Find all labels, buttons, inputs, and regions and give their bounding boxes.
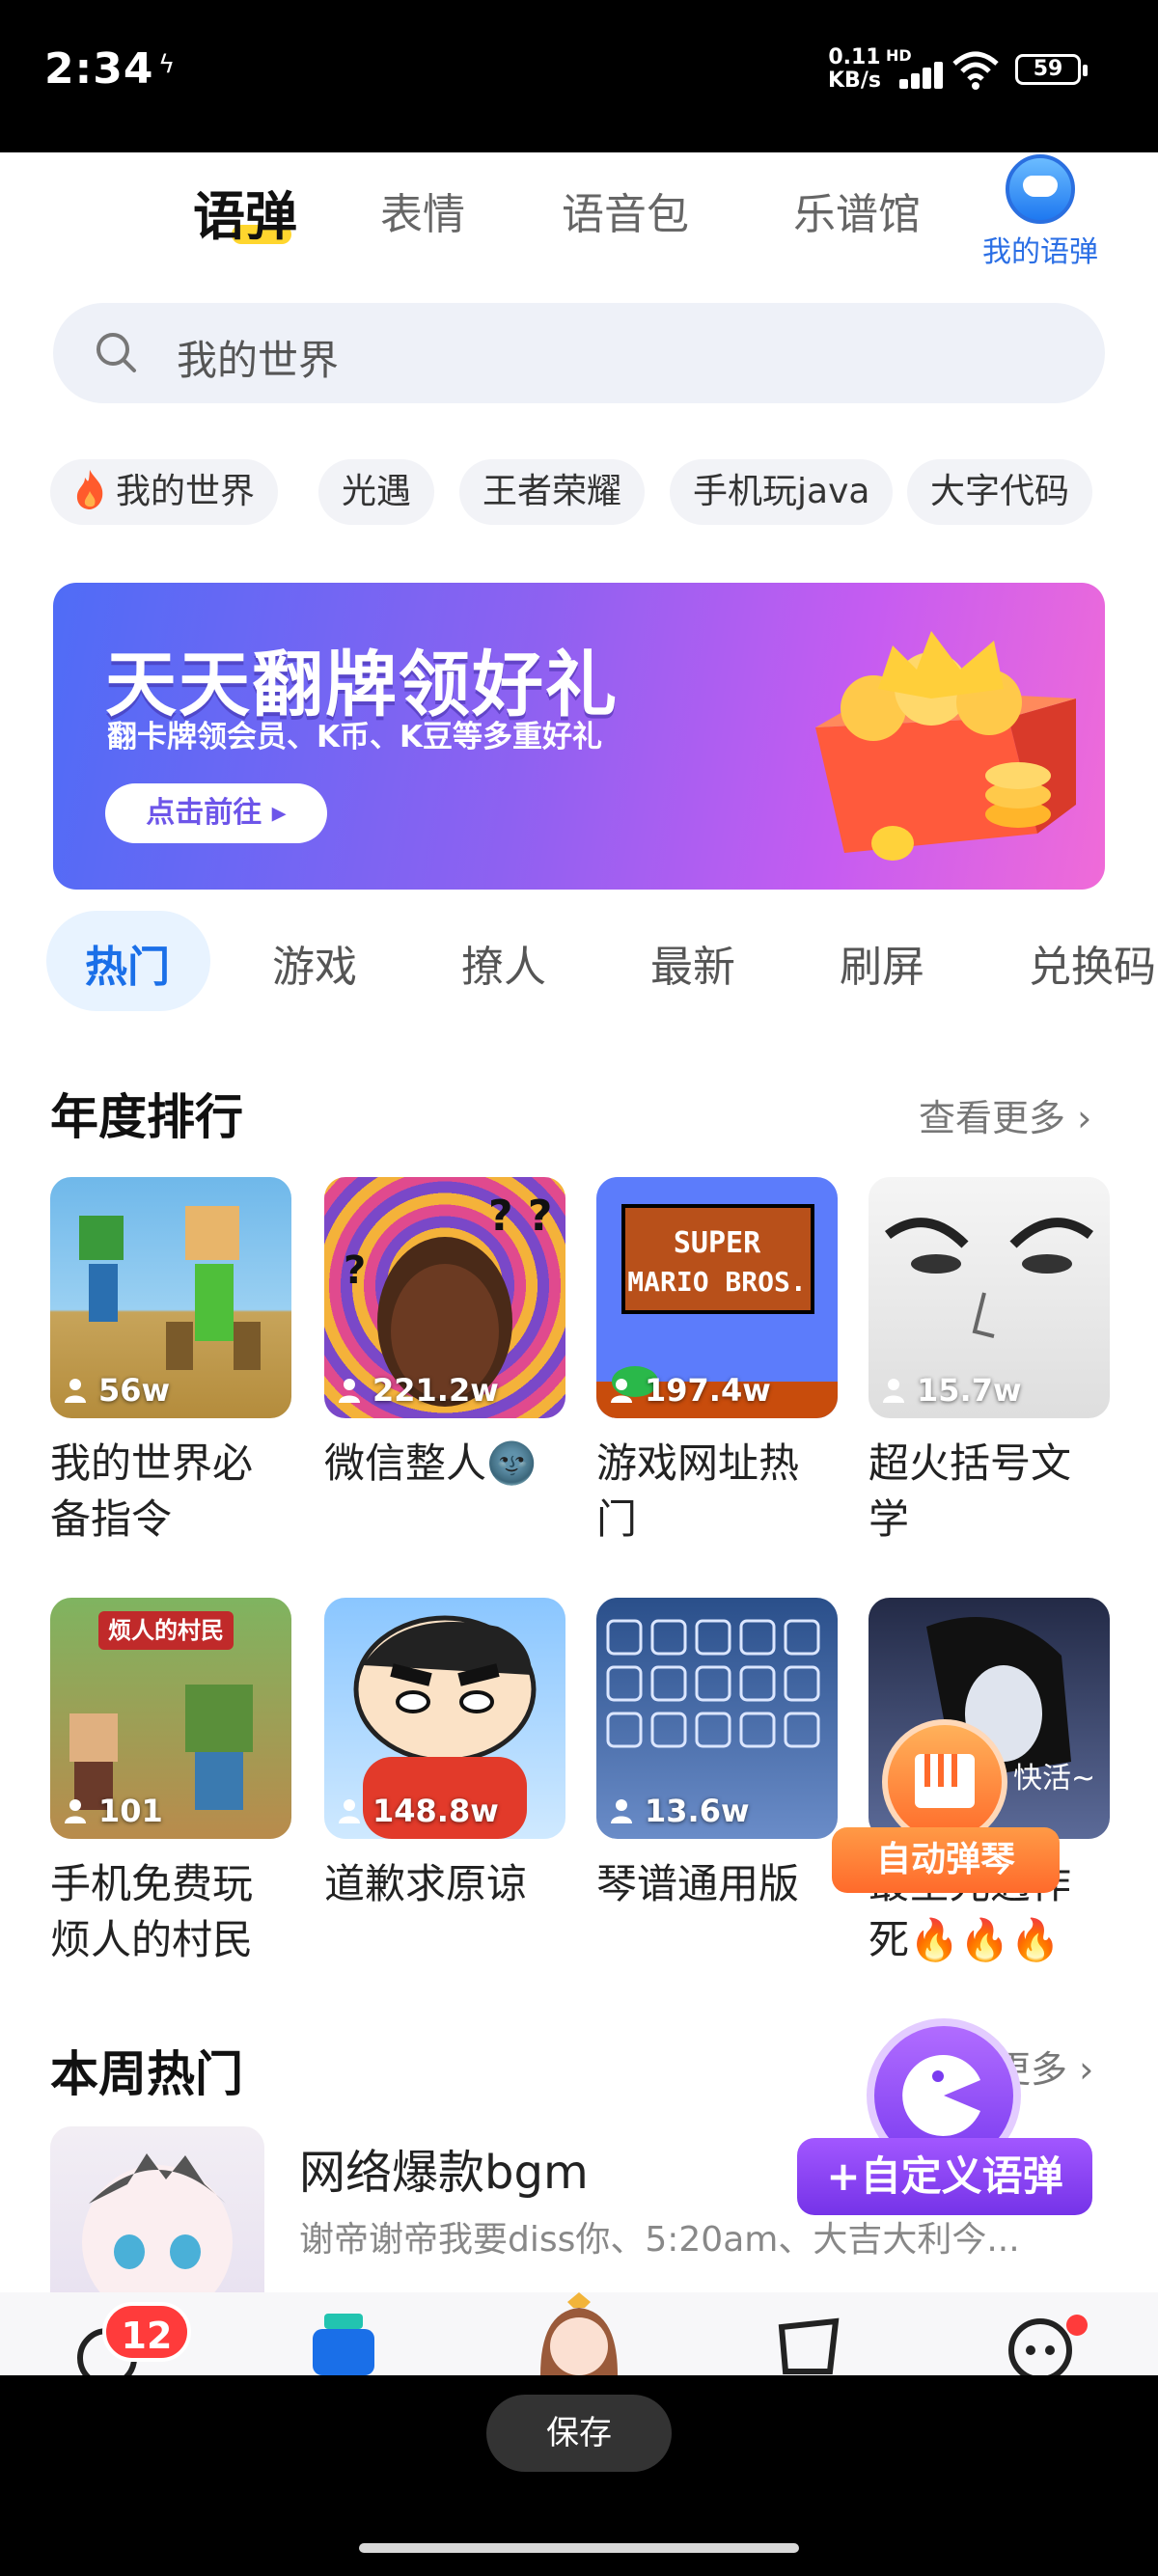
card-title: 微信整人🌚 xyxy=(324,1439,538,1487)
chip-big-text[interactable]: 大字代码 xyxy=(907,459,1093,525)
gift-box-image xyxy=(815,631,1076,861)
charging-icon: ϟ xyxy=(158,50,176,79)
weekly-item-name: 网络爆款bgm xyxy=(299,2146,589,2200)
category-hot[interactable]: 热门 xyxy=(85,932,170,994)
card-thumbnail: 56w xyxy=(50,1177,291,1418)
my-yudan-label: 我的语弹 xyxy=(982,235,1098,269)
card-apology[interactable]: 148.8w 道歉求原谅 xyxy=(324,1598,565,1912)
signal-icon xyxy=(886,62,943,89)
svg-text:? ?: ? ? xyxy=(488,1192,552,1241)
card-title: 琴谱通用版 xyxy=(596,1860,800,1907)
custom-yudan-button[interactable]: +自定义语弹 xyxy=(797,2018,1092,2217)
search-bar[interactable]: 我的世界 xyxy=(53,303,1105,403)
banner-subtitle: 翻卡牌领会员、K币、K豆等多重好礼 xyxy=(107,720,603,754)
card-thumbnail: 148.8w xyxy=(324,1598,565,1839)
my-avatar-icon xyxy=(1006,154,1075,224)
message-badge: 12 xyxy=(102,2302,191,2362)
chip-java[interactable]: 手机玩java xyxy=(670,459,894,525)
status-bar: 2:34 ϟ 0.11 KB/s HD 59 xyxy=(0,0,1158,152)
bottle-icon[interactable] xyxy=(307,2314,380,2375)
battery-icon: 59 xyxy=(1015,54,1088,85)
tab-yuyinbao[interactable]: 语音包 xyxy=(562,179,689,241)
save-button[interactable]: 保存 xyxy=(486,2395,672,2472)
profile-icon[interactable] xyxy=(1002,2312,1089,2375)
card-bracket-text[interactable]: 15.7w 超火括号文学 xyxy=(868,1177,1110,1548)
card-title: 游戏网址热门 xyxy=(596,1439,800,1543)
annual-ranking-title: 年度排行 xyxy=(50,1089,243,1145)
auto-piano-button[interactable]: 自动弹琴 xyxy=(832,1719,1060,1893)
album-icon[interactable] xyxy=(772,2317,845,2375)
category-tabs: 热门 游戏 撩人 最新 刷屏 兑换码 xyxy=(0,911,1158,1011)
person-icon xyxy=(65,1379,86,1403)
net-speed-value: 0.11 xyxy=(828,45,881,69)
svg-text:?: ? xyxy=(344,1248,366,1293)
auto-piano-label: 自动弹琴 xyxy=(832,1827,1060,1893)
card-annoying-villagers[interactable]: 烦人的村民 101 手机免费玩 烦人的村民 xyxy=(50,1598,291,1968)
custom-yudan-label: +自定义语弹 xyxy=(797,2138,1092,2215)
chip-label: 我的世界 xyxy=(116,472,256,511)
play-count: 13.6w xyxy=(610,1793,750,1829)
card-thumbnail: ? ? ? 221.2w xyxy=(324,1177,565,1418)
person-icon xyxy=(339,1379,360,1403)
card-piano-score[interactable]: 13.6w 琴谱通用版 xyxy=(596,1598,838,1912)
wifi-icon xyxy=(952,51,999,90)
card-thumbnail: SUPER MARIO BROS. 197.4w xyxy=(596,1177,838,1418)
category-latest[interactable]: 最新 xyxy=(650,932,735,994)
person-icon xyxy=(611,1379,632,1403)
home-indicator[interactable] xyxy=(359,2543,799,2553)
card-thumbnail: 烦人的村民 101 xyxy=(50,1598,291,1839)
hot-search-chips: 我的世界 光遇 王者荣耀 手机玩java 大字代码 xyxy=(50,459,1158,525)
piano-icon xyxy=(882,1719,1007,1845)
chip-honor-of-kings[interactable]: 王者荣耀 xyxy=(459,459,646,525)
play-count: 56w xyxy=(64,1372,170,1409)
play-count: 101 xyxy=(64,1793,163,1829)
card-title: 超火括号文学 xyxy=(868,1439,1072,1543)
person-icon xyxy=(883,1379,904,1403)
search-placeholder: 我的世界 xyxy=(177,337,340,384)
promo-banner[interactable]: 天天翻牌领好礼 翻卡牌领会员、K币、K豆等多重好礼 点击前往 ▸ xyxy=(53,583,1105,890)
play-count: 15.7w xyxy=(882,1372,1022,1409)
status-time: 2:34 xyxy=(44,44,154,94)
category-spam[interactable]: 刷屏 xyxy=(840,932,924,994)
person-icon xyxy=(339,1799,360,1823)
card-game-sites[interactable]: SUPER MARIO BROS. 197.4w 游戏网址热门 xyxy=(596,1177,838,1548)
banner-go-button[interactable]: 点击前往 ▸ xyxy=(105,783,327,843)
card-minecraft-commands[interactable]: 56w 我的世界必 备指令 xyxy=(50,1177,291,1548)
card-thumbnail: 15.7w xyxy=(868,1177,1110,1418)
card-title: 道歉求原谅 xyxy=(324,1860,528,1907)
net-speed: 0.11 KB/s xyxy=(828,46,881,93)
chip-minecraft[interactable]: 我的世界 xyxy=(50,459,279,525)
category-redeem-code[interactable]: 兑换码 xyxy=(1029,932,1156,994)
net-speed-unit: KB/s xyxy=(828,69,881,93)
tab-biaoqing[interactable]: 表情 xyxy=(380,179,465,241)
weekly-item-desc: 谢帝谢帝我要diss你、5:20am、大吉大利今... xyxy=(299,2220,1020,2260)
category-games[interactable]: 游戏 xyxy=(272,932,357,994)
play-count: 221.2w xyxy=(338,1372,499,1409)
my-yudan-button[interactable]: 我的语弹 xyxy=(973,154,1108,278)
category-flirt[interactable]: 撩人 xyxy=(461,932,546,994)
svg-text:MARIO BROS.: MARIO BROS. xyxy=(627,1266,806,1298)
person-icon xyxy=(611,1799,632,1823)
search-icon xyxy=(96,333,136,372)
flame-icon xyxy=(76,470,103,509)
card-wechat-prank[interactable]: ? ? ? 221.2w 微信整人🌚 xyxy=(324,1177,565,1492)
tab-yupuguan[interactable]: 乐谱馆 xyxy=(793,179,921,241)
annual-more-link[interactable]: 查看更多 › xyxy=(919,1088,1091,1141)
weekly-hot-title: 本周热门 xyxy=(50,2046,243,2102)
mario-logo-text: SUPER xyxy=(674,1226,761,1260)
card-title: 手机免费玩 烦人的村民 xyxy=(50,1860,254,1963)
play-count: 148.8w xyxy=(338,1793,499,1829)
person-icon xyxy=(65,1799,86,1823)
chip-sky[interactable]: 光遇 xyxy=(318,459,435,525)
play-count: 197.4w xyxy=(610,1372,771,1409)
avatar-icon[interactable] xyxy=(521,2292,637,2375)
card-title: 我的世界必 备指令 xyxy=(50,1439,254,1543)
card-thumbnail: 13.6w xyxy=(596,1598,838,1839)
tab-yudan[interactable]: 语弹 xyxy=(193,174,297,250)
